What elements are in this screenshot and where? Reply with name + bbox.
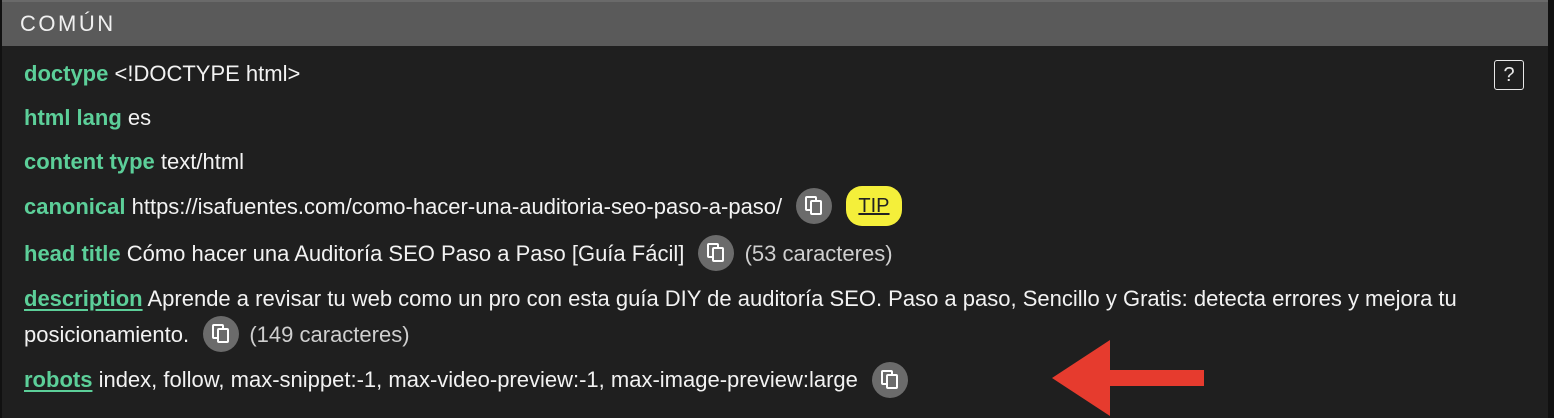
meta-key: html lang [24, 105, 122, 130]
copy-button[interactable] [872, 361, 908, 398]
copy-button[interactable] [796, 188, 833, 224]
meta-value: es [127, 105, 152, 130]
red-arrow [1052, 340, 1204, 416]
copy-button[interactable] [698, 235, 735, 272]
meta-key: canonical [24, 193, 126, 219]
tip-badge[interactable]: TIP [846, 186, 902, 226]
seo-panel: COMÚN ? doctype <!DOCTYPE html> html lan… [0, 0, 1554, 418]
meta-row-description: description Aprende a revisar tu web com… [24, 281, 1504, 354]
meta-value: index, follow, max-snippet:-1, max-video… [98, 367, 858, 393]
meta-value: https://isafuentes.com/como-hacer-una-au… [131, 193, 783, 219]
meta-key-link[interactable]: robots [24, 367, 92, 392]
meta-row-content-type: content type text/html [24, 144, 1528, 180]
meta-key: content type [24, 149, 155, 174]
meta-list: doctype <!DOCTYPE html> html lang es con… [2, 46, 1548, 400]
section-header[interactable]: COMÚN [2, 0, 1548, 46]
meta-row-robots: robots index, follow, max-snippet:-1, ma… [24, 361, 1528, 399]
meta-value: Cómo hacer una Auditoría SEO Paso a Paso… [126, 241, 685, 266]
meta-row-head-title: head title Cómo hacer una Auditoría SEO … [24, 235, 1528, 273]
meta-value: text/html [160, 149, 245, 174]
char-count: (149 caracteres) [249, 322, 410, 348]
copy-icon [212, 324, 230, 344]
copy-icon [805, 196, 823, 215]
copy-button[interactable] [203, 316, 240, 353]
meta-row-html-lang: html lang es [24, 100, 1528, 136]
meta-key: head title [24, 241, 121, 266]
meta-value: Aprende a revisar tu web como un pro con… [24, 286, 1457, 348]
copy-icon [881, 369, 898, 389]
char-count: (53 caracteres) [744, 241, 893, 266]
meta-row-doctype: doctype <!DOCTYPE html> [24, 56, 1528, 92]
copy-icon [707, 243, 725, 263]
meta-key: doctype [24, 61, 109, 86]
meta-key-link[interactable]: description [24, 286, 143, 311]
meta-value: <!DOCTYPE html> [114, 61, 301, 86]
meta-row-canonical: canonical https://isafuentes.com/como-ha… [24, 186, 1528, 228]
section-title: COMÚN [20, 11, 116, 36]
